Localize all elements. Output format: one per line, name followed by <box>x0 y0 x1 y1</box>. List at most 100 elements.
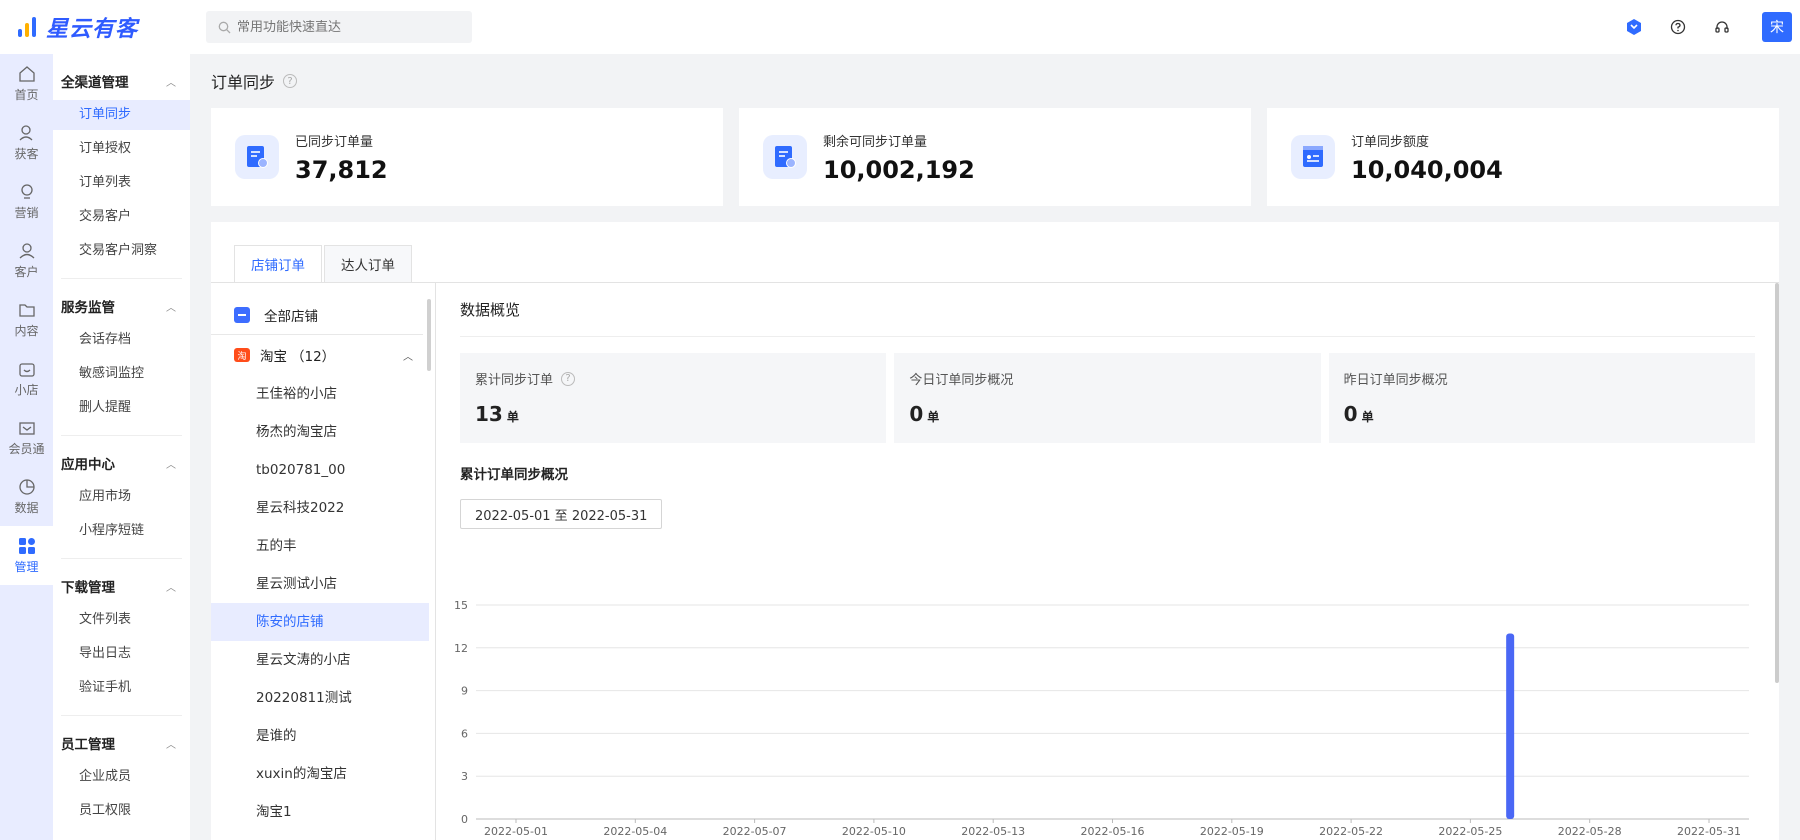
chevron-up-icon[interactable]: ︿ <box>403 348 413 363</box>
card-label: 昨日订单同步概况 <box>1343 373 1448 388</box>
shop-item[interactable]: tb020781_00 <box>211 451 429 489</box>
rail-item-customer[interactable]: 客户 <box>0 231 53 290</box>
search-icon <box>218 21 231 33</box>
tab-influencer-orders[interactable]: 达人订单 <box>324 245 412 283</box>
store-icon <box>234 306 250 323</box>
menu-group-staff: 员工管理 ︿ 企业成员 员工权限 <box>61 716 182 838</box>
shop-item[interactable]: xuxin的淘宝店 <box>211 755 429 793</box>
menu-group-download: 下载管理 ︿ 文件列表 导出日志 验证手机 <box>61 559 182 716</box>
rail-label: 数据 <box>14 500 39 515</box>
menu-group-service: 服务监管 ︿ 会话存档 敏感词监控 删人提醒 <box>61 279 182 436</box>
all-shops-item[interactable]: 全部店铺 <box>211 299 423 335</box>
rail-item-acquire[interactable]: 获客 <box>0 113 53 172</box>
shop-item[interactable]: 星云文涛的小店 <box>211 641 429 679</box>
menu-item-order-list[interactable]: 订单列表 <box>53 168 190 198</box>
shop-icon <box>18 362 35 377</box>
hexagon-badge-icon[interactable] <box>1624 17 1644 37</box>
document-sync-icon <box>235 135 279 179</box>
menu-group-title: 下载管理 <box>61 580 115 596</box>
chevron-up-icon: ︿ <box>166 739 176 751</box>
folder-icon <box>18 303 35 317</box>
menu-item-order-sync[interactable]: 订单同步 <box>53 100 190 130</box>
card-unit: 单 <box>1361 410 1374 424</box>
menu-group-header[interactable]: 应用中心 ︿ <box>61 448 182 478</box>
menu-item-app-market[interactable]: 应用市场 <box>53 482 190 512</box>
shop-list-scrollbar[interactable] <box>427 299 431 371</box>
shop-item[interactable]: 王佳裕的小店 <box>211 375 429 413</box>
orders-panel: 店铺订单 达人订单 全部店铺 淘 淘宝 （12） ︿ 王佳裕的小店 杨杰的淘宝店… <box>211 222 1779 840</box>
stat-label: 订单同步额度 <box>1351 134 1430 150</box>
chevron-up-icon: ︿ <box>166 302 176 314</box>
shop-item[interactable]: 星云测试小店 <box>211 565 429 603</box>
x-tick-label: 2022-05-22 <box>1319 825 1383 838</box>
page-title-text: 订单同步 <box>211 73 276 92</box>
brand-logo[interactable]: 星云有客 <box>16 11 186 43</box>
rail-item-shop[interactable]: 小店 <box>0 349 53 408</box>
rail-item-home[interactable]: 首页 <box>0 54 53 113</box>
menu-item-session-archive[interactable]: 会话存档 <box>53 325 190 355</box>
x-tick-label: 2022-05-01 <box>484 825 548 838</box>
document-remaining-icon <box>763 135 807 179</box>
menu-group-header[interactable]: 全渠道管理 ︿ <box>61 66 182 96</box>
search-input[interactable] <box>237 19 457 35</box>
help-icon[interactable] <box>1668 17 1688 37</box>
rail-item-manage[interactable]: 管理 <box>0 526 53 585</box>
user-icon <box>19 242 34 258</box>
card-cumulative-sync: 累计同步订单? 13 单 <box>460 353 887 443</box>
headset-icon[interactable] <box>1712 17 1732 37</box>
shop-item[interactable]: 是谁的 <box>211 717 429 755</box>
menu-group-header[interactable]: 员工管理 ︿ <box>61 728 182 758</box>
icon-rail: 首页 获客 营销 客户 内容 小店 会员通 数据 管理 <box>0 54 53 840</box>
card-value: 13 <box>475 402 503 426</box>
rail-item-content[interactable]: 内容 <box>0 290 53 349</box>
shop-item-selected[interactable]: 陈安的店铺 <box>211 603 429 641</box>
tab-shop-orders[interactable]: 店铺订单 <box>234 245 322 283</box>
shop-item[interactable]: 20220811测试 <box>211 679 429 717</box>
menu-group-header[interactable]: 服务监管 ︿ <box>61 291 182 321</box>
rail-label: 获客 <box>14 146 39 161</box>
user-avatar[interactable]: 宋 <box>1762 12 1792 42</box>
bulb-icon <box>20 183 33 199</box>
menu-item-delete-reminder[interactable]: 删人提醒 <box>53 393 190 423</box>
rail-item-member[interactable]: 会员通 <box>0 408 53 467</box>
quota-card-icon <box>1291 135 1335 179</box>
menu-item-order-auth[interactable]: 订单授权 <box>53 134 190 164</box>
shop-item[interactable]: 淘宝1 <box>211 793 429 831</box>
menu-item-customer-insight[interactable]: 交易客户洞察 <box>53 236 190 266</box>
help-icon[interactable]: ? <box>561 371 576 386</box>
chevron-up-icon: ︿ <box>166 77 176 89</box>
rail-item-data[interactable]: 数据 <box>0 467 53 526</box>
menu-item-trade-customers[interactable]: 交易客户 <box>53 202 190 232</box>
shop-item[interactable]: 五的丰 <box>211 527 429 565</box>
stats-row: 已同步订单量 37,812 剩余可同步订单量 10,002,192 订单同步额度… <box>211 108 1779 206</box>
menu-item-members[interactable]: 企业成员 <box>53 762 190 792</box>
panel-scrollbar[interactable] <box>1775 283 1779 683</box>
menu-item-file-list[interactable]: 文件列表 <box>53 605 190 635</box>
stat-value: 37,812 <box>295 155 388 184</box>
pie-icon <box>18 478 35 495</box>
grid-icon <box>18 537 35 554</box>
card-label: 今日订单同步概况 <box>909 373 1014 388</box>
help-icon[interactable]: ? <box>283 74 298 88</box>
menu-item-export-log[interactable]: 导出日志 <box>53 639 190 669</box>
y-tick-label: 6 <box>461 727 468 740</box>
brand-name: 星云有客 <box>46 17 139 42</box>
menu-item-sensitive-words[interactable]: 敏感词监控 <box>53 359 190 389</box>
date-range-picker[interactable]: 2022-05-01 至 2022-05-31 <box>460 499 663 529</box>
rail-item-marketing[interactable]: 营销 <box>0 172 53 231</box>
y-tick-label: 3 <box>461 770 468 783</box>
menu-item-verify-phone[interactable]: 验证手机 <box>53 673 190 703</box>
x-tick-label: 2022-05-04 <box>603 825 667 838</box>
platform-taobao[interactable]: 淘 淘宝 （12） ︿ <box>211 335 423 375</box>
card-today-sync: 今日订单同步概况 0单 <box>894 353 1321 443</box>
rail-label: 首页 <box>14 87 39 102</box>
shop-item[interactable]: 杨杰的淘宝店 <box>211 413 429 451</box>
menu-item-mini-link[interactable]: 小程序短链 <box>53 516 190 546</box>
x-tick-label: 2022-05-28 <box>1558 825 1622 838</box>
stat-label: 已同步订单量 <box>295 134 374 150</box>
card-unit: 单 <box>506 410 519 424</box>
menu-group-header[interactable]: 下载管理 ︿ <box>61 571 182 601</box>
search-box[interactable] <box>206 11 472 43</box>
menu-item-staff-permission[interactable]: 员工权限 <box>53 796 190 826</box>
shop-item[interactable]: 星云科技2022 <box>211 489 429 527</box>
